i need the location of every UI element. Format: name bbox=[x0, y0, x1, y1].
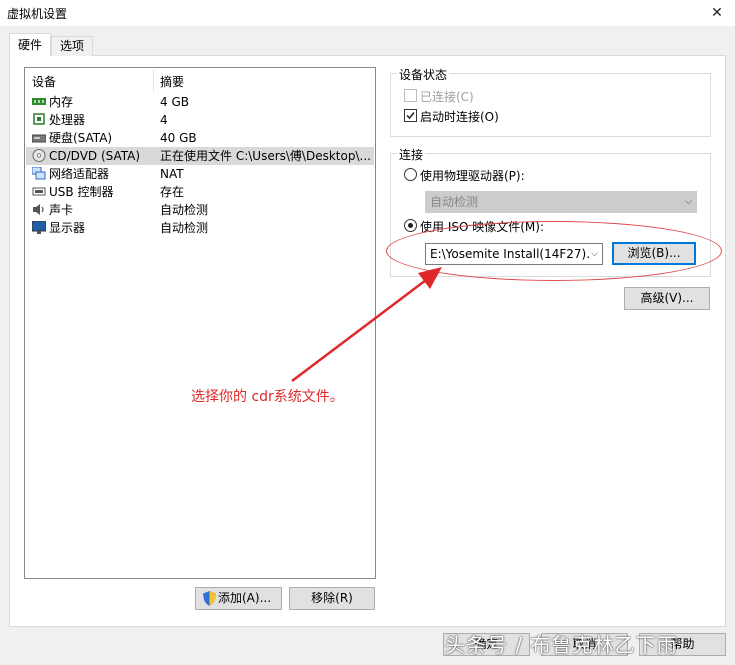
device-summary: NAT bbox=[160, 167, 184, 181]
device-name: USB 控制器 bbox=[49, 185, 114, 199]
chevron-down-icon: ⌵ bbox=[685, 197, 692, 207]
add-button-label: 添加(A)... bbox=[218, 591, 272, 605]
physical-drive-select[interactable]: 自动检测 ⌵ bbox=[425, 191, 697, 213]
annotation-arrow bbox=[291, 267, 442, 382]
sound-card-icon bbox=[33, 204, 44, 215]
device-summary: 自动检测 bbox=[160, 203, 209, 217]
column-header-summary[interactable]: 摘要 bbox=[160, 72, 184, 92]
device-name: 硬盘(SATA) bbox=[49, 131, 113, 145]
title-bar bbox=[0, 0, 735, 26]
hard-disk-icon bbox=[32, 134, 46, 143]
connected-checkbox[interactable] bbox=[404, 89, 417, 102]
device-name: 处理器 bbox=[49, 113, 86, 127]
device-status-title: 设备状态 bbox=[397, 66, 450, 83]
device-row-memory[interactable]: 内存 4 GB bbox=[26, 93, 374, 111]
cd-dvd-icon bbox=[32, 149, 46, 162]
tab-options[interactable]: 选项 bbox=[51, 36, 93, 56]
device-summary: 自动检测 bbox=[160, 221, 209, 235]
connect-at-power-on-checkbox[interactable] bbox=[404, 109, 417, 122]
device-row-processor[interactable]: 处理器 4 bbox=[26, 111, 374, 129]
connect-at-power-on-label: 启动时连接(O) bbox=[420, 110, 499, 124]
iso-image-radio[interactable] bbox=[404, 219, 417, 232]
connection-title: 连接 bbox=[397, 146, 426, 163]
device-summary: 4 GB bbox=[160, 95, 189, 109]
window-title: 虚拟机设置 bbox=[7, 7, 68, 21]
device-row-usb-controller[interactable]: USB 控制器 存在 bbox=[26, 183, 374, 201]
device-name: 网络适配器 bbox=[49, 167, 110, 181]
remove-button[interactable]: 移除(R) bbox=[289, 587, 375, 610]
device-summary: 正在使用文件 C:\Users\傅\Desktop\... bbox=[160, 149, 371, 163]
close-icon[interactable]: ✕ bbox=[705, 2, 729, 24]
tab-hardware[interactable]: 硬件 bbox=[9, 33, 51, 56]
device-name: 内存 bbox=[49, 95, 74, 109]
annotation-text: 选择你的 cdr系统文件。 bbox=[191, 389, 344, 405]
device-summary: 4 bbox=[160, 113, 168, 127]
physical-drive-label: 使用物理驱动器(P): bbox=[420, 169, 525, 183]
column-divider[interactable] bbox=[153, 70, 154, 92]
device-row-sound-card[interactable]: 声卡 自动检测 bbox=[26, 201, 374, 219]
device-row-hard-disk[interactable]: 硬盘(SATA) 40 GB bbox=[26, 129, 374, 147]
column-header-device[interactable]: 设备 bbox=[32, 72, 56, 92]
device-name: 显示器 bbox=[49, 221, 86, 235]
network-adapter-icon bbox=[32, 167, 46, 180]
watermark: 头条号 / 布鲁克林乙下雨 bbox=[445, 633, 678, 657]
device-row-network-adapter[interactable]: 网络适配器 NAT bbox=[26, 165, 374, 183]
processor-icon bbox=[33, 113, 45, 125]
shield-icon bbox=[203, 591, 216, 606]
display-icon bbox=[32, 221, 46, 234]
connected-label: 已连接(C) bbox=[420, 90, 474, 104]
checkmark-icon bbox=[406, 112, 415, 120]
physical-drive-radio[interactable] bbox=[404, 168, 417, 181]
device-summary: 存在 bbox=[160, 185, 185, 199]
device-name: 声卡 bbox=[49, 203, 74, 217]
advanced-button[interactable]: 高级(V)... bbox=[624, 287, 710, 310]
device-summary: 40 GB bbox=[160, 131, 197, 145]
device-row-display[interactable]: 显示器 自动检测 bbox=[26, 219, 374, 237]
add-button[interactable]: 添加(A)... bbox=[195, 587, 282, 610]
physical-drive-value: 自动检测 bbox=[430, 195, 479, 209]
device-row-cd-dvd[interactable]: CD/DVD (SATA) 正在使用文件 C:\Users\傅\Desktop\… bbox=[26, 147, 374, 165]
usb-icon bbox=[32, 187, 46, 196]
memory-icon bbox=[32, 98, 46, 105]
device-name: CD/DVD (SATA) bbox=[49, 149, 141, 163]
